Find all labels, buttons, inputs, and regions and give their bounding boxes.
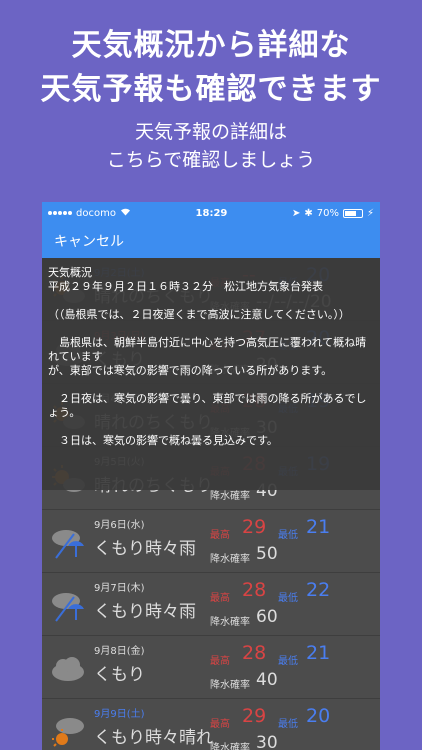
- low-label: 最低: [278, 656, 298, 667]
- rain-label: 降水確率: [210, 617, 250, 628]
- promo-sub-line2: こちらで確認しましょう: [106, 149, 316, 171]
- rain-chance: 40: [256, 670, 278, 690]
- phone-screen: docomo 18:29 ➤ ✱ 70% ⚡ キャンセル 9月2日(土)晴れのち…: [42, 202, 380, 750]
- forecast-date: 9月6日(水): [94, 520, 145, 531]
- signal-icon: [48, 211, 72, 215]
- nav-bar: キャンセル: [42, 224, 380, 258]
- forecast-row[interactable]: 9月8日(金) くもり 最高 28 最低 21 降水確率 40: [42, 636, 380, 699]
- charging-icon: ⚡: [366, 207, 374, 219]
- low-label: 最低: [278, 719, 298, 730]
- low-temp: 21: [306, 516, 331, 538]
- overview-para3: ３日は、寒気の影響で概ね曇る見込みです。: [48, 434, 278, 447]
- bluetooth-icon: ✱: [304, 207, 313, 219]
- high-temp: 28: [242, 579, 267, 601]
- forecast-row[interactable]: 9月7日(木) くもり時々雨 最高 28 最低 22 降水確率 60: [42, 573, 380, 636]
- forecast-date: 9月8日(金): [94, 646, 145, 657]
- overview-para2: ２日夜は、寒気の影響で曇り、東部では雨の降る所があるでしょう。: [48, 392, 367, 419]
- overview-panel[interactable]: 天気概況 平成２９年９月２日１６時３２分 松江地方気象台発表 （（島根県では、２…: [42, 258, 380, 490]
- low-label: 最低: [278, 593, 298, 604]
- low-temp: 22: [306, 579, 331, 601]
- rain-label: 降水確率: [210, 554, 250, 565]
- rain-chance: 60: [256, 607, 278, 627]
- forecast-row[interactable]: 9月9日(土) くもり時々晴れ 最高 29 最低 20 降水確率 30: [42, 699, 380, 750]
- low-temp: 21: [306, 642, 331, 664]
- forecast-date: 9月9日(土): [94, 709, 145, 720]
- forecast-weather: くもり時々晴れ: [94, 728, 213, 748]
- promo-subtitle: 天気予報の詳細は こちらで確認しましょう: [0, 118, 422, 174]
- cloud-umbrella-icon: [50, 589, 86, 623]
- forecast-row[interactable]: 9月6日(水) くもり時々雨 最高 29 最低 21 降水確率 50: [42, 510, 380, 573]
- battery-icon: [342, 208, 363, 218]
- high-label: 最高: [210, 593, 230, 604]
- forecast-weather: くもり時々雨: [94, 539, 196, 559]
- high-label: 最高: [210, 719, 230, 730]
- overview-heading: 天気概況: [48, 266, 92, 279]
- low-temp: 20: [306, 705, 331, 727]
- rain-label: 降水確率: [210, 680, 250, 691]
- status-bar: docomo 18:29 ➤ ✱ 70% ⚡: [42, 202, 380, 224]
- high-temp: 29: [242, 516, 267, 538]
- overview-issued: 平成２９年９月２日１６時３２分 松江地方気象台発表: [48, 280, 323, 293]
- forecast-date: 9月7日(木): [94, 583, 145, 594]
- cancel-button[interactable]: キャンセル: [54, 231, 124, 251]
- high-label: 最高: [210, 530, 230, 541]
- overview-notice: （（島根県では、２日夜遅くまで高波に注意してください。））: [48, 308, 350, 321]
- cloud-sun-icon: [50, 715, 86, 749]
- forecast-weather: くもり時々雨: [94, 602, 196, 622]
- wifi-icon: [120, 207, 131, 219]
- rain-chance: 50: [256, 544, 278, 564]
- forecast-weather: くもり: [94, 665, 145, 685]
- battery-percent: 70%: [316, 207, 339, 219]
- carrier-label: docomo: [76, 207, 116, 219]
- location-icon: ➤: [291, 207, 301, 219]
- promo-title-line2: 天気予報も確認できます: [40, 72, 382, 107]
- low-label: 最低: [278, 530, 298, 541]
- high-temp: 29: [242, 705, 267, 727]
- promo-title: 天気概況から詳細な 天気予報も確認できます: [0, 24, 422, 112]
- status-time: 18:29: [195, 207, 228, 219]
- cloud-icon: [50, 652, 86, 686]
- overview-para1: 島根県は、朝鮮半島付近に中心を持つ高気圧に覆われて概ね晴れています が、東部では…: [48, 336, 367, 377]
- rain-chance: 30: [256, 733, 278, 750]
- high-temp: 28: [242, 642, 267, 664]
- cloud-umbrella-icon: [50, 526, 86, 560]
- promo-sub-line1: 天気予報の詳細は: [134, 121, 287, 143]
- promo-title-line1: 天気概況から詳細な: [71, 28, 351, 63]
- rain-label: 降水確率: [210, 743, 250, 750]
- high-label: 最高: [210, 656, 230, 667]
